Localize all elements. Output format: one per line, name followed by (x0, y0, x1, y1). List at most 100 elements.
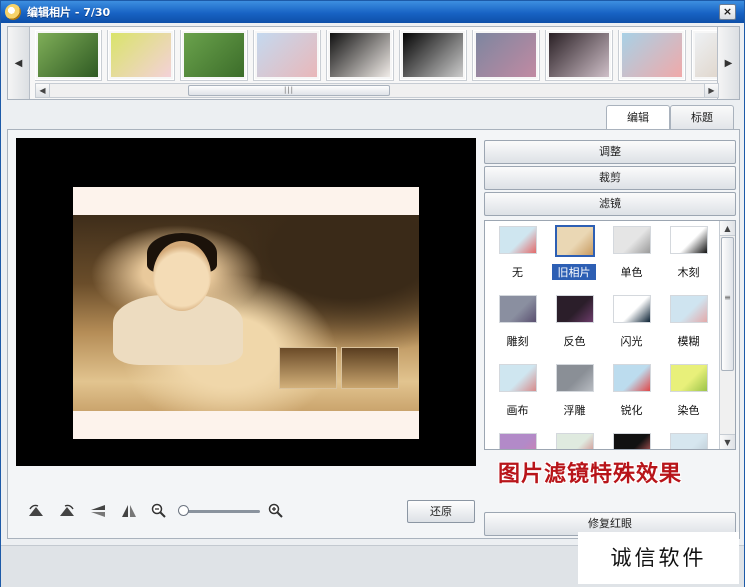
filter-item[interactable]: 单色 (603, 223, 660, 292)
preview-toolbar (26, 500, 286, 522)
filter-label: 染色 (677, 404, 700, 417)
thumbnail-image (330, 33, 390, 77)
photo-thumbnail[interactable] (472, 30, 540, 81)
close-button[interactable]: × (719, 4, 736, 20)
thumbnail-image (257, 33, 317, 77)
photo-thumbnail[interactable] (326, 30, 394, 81)
flip-vertical-icon[interactable] (88, 501, 109, 521)
photo-thumbnail[interactable] (691, 30, 719, 81)
filter-section-button[interactable]: 滤镜 (484, 192, 736, 216)
filter-item[interactable]: 雕刻 (489, 292, 546, 361)
filter-item[interactable] (546, 430, 603, 449)
filter-preview-image (670, 226, 708, 254)
edit-panel: 还原 调整 裁剪 滤镜 无 旧相片 单色 木刻雕刻 反色 闪光 模糊画布 浮雕 锐化 染色 ▲ ≡… (7, 129, 740, 539)
filter-item[interactable]: 闪光 (603, 292, 660, 361)
filmstrip-prev-button[interactable]: ◀ (8, 27, 30, 99)
tab-title[interactable]: 标题 (670, 105, 734, 129)
triangle-right-icon: ▶ (724, 57, 733, 69)
filter-label: 无 (512, 266, 523, 279)
app-icon (5, 4, 21, 20)
filter-label: 旧相片 (552, 264, 596, 280)
filter-preview-image (670, 295, 708, 323)
filter-label: 模糊 (677, 335, 700, 348)
thumbnail-list (35, 30, 719, 82)
restore-button[interactable]: 还原 (407, 500, 475, 523)
photo-thumbnail[interactable] (35, 30, 102, 81)
photo-thumbnail[interactable] (107, 30, 175, 81)
filter-item[interactable]: 浮雕 (546, 361, 603, 430)
panel-tabs: 编辑 标题 (606, 105, 734, 129)
filmstrip-scrollbar[interactable]: ◀ ||| ▶ (35, 83, 719, 98)
filter-preview-image (499, 226, 537, 254)
photo-inset-2 (341, 347, 399, 389)
filter-preview-image (556, 433, 594, 449)
filter-preview-image (613, 364, 651, 392)
title-bar[interactable]: 编辑相片 - 7/30 × (1, 1, 744, 23)
scroll-up-button[interactable]: ▲ (720, 221, 735, 236)
filter-preview-image (499, 364, 537, 392)
crop-section-button[interactable]: 裁剪 (484, 166, 736, 190)
filter-item[interactable] (489, 430, 546, 449)
thumbnail-image (622, 33, 682, 77)
filter-label: 雕刻 (506, 335, 529, 348)
thumbnail-image (695, 33, 719, 77)
zoom-out-icon[interactable] (149, 501, 170, 521)
zoom-slider-track (179, 510, 260, 513)
scroll-right-button[interactable]: ▶ (704, 84, 718, 97)
photo-thumbnail[interactable] (618, 30, 686, 81)
photo-filmstrip: ◀ ▶ ◀ ||| ▶ (7, 26, 740, 100)
filter-label: 锐化 (620, 404, 643, 417)
window-title: 编辑相片 - 7/30 (27, 6, 111, 19)
photo-thumbnail[interactable] (545, 30, 613, 81)
scrollbar-thumb[interactable]: ||| (188, 85, 390, 96)
scroll-down-button[interactable]: ▼ (720, 434, 735, 449)
filter-list-panel: 无 旧相片 单色 木刻雕刻 反色 闪光 模糊画布 浮雕 锐化 染色 ▲ ≡ ▼ (484, 220, 736, 450)
filter-preview-image (670, 364, 708, 392)
zoom-in-icon[interactable] (265, 501, 286, 521)
photo-preview[interactable] (16, 138, 476, 466)
photo-thumbnail[interactable] (399, 30, 467, 81)
rotate-left-icon[interactable] (26, 501, 47, 521)
filter-scrollbar-thumb[interactable]: ≡ (721, 237, 734, 371)
filter-item[interactable]: 模糊 (660, 292, 717, 361)
photo-thumbnail[interactable] (253, 30, 321, 81)
filter-label: 单色 (620, 266, 643, 279)
filter-item[interactable]: 锐化 (603, 361, 660, 430)
zoom-slider[interactable] (177, 501, 260, 521)
tab-edit[interactable]: 编辑 (606, 105, 670, 129)
photo-thumbnail[interactable] (180, 30, 248, 81)
thumbnail-image (184, 33, 244, 77)
sepia-photo (73, 215, 419, 411)
filter-preview-image (613, 226, 651, 254)
rotate-right-icon[interactable] (57, 501, 78, 521)
filter-item[interactable]: 旧相片 (546, 223, 603, 292)
thumbnail-image (111, 33, 171, 77)
scroll-left-button[interactable]: ◀ (36, 84, 50, 97)
filter-preview-image (613, 433, 651, 449)
tool-accordion: 调整 裁剪 滤镜 (484, 140, 736, 218)
filter-item[interactable]: 木刻 (660, 223, 717, 292)
filter-preview-image (499, 295, 537, 323)
filter-label: 反色 (563, 335, 586, 348)
watermark-text: 诚信软件 (578, 532, 739, 584)
filmstrip-next-button[interactable]: ▶ (717, 27, 739, 99)
filter-item[interactable] (603, 430, 660, 449)
filter-label: 浮雕 (563, 404, 586, 417)
zoom-slider-knob[interactable] (177, 505, 189, 516)
filter-label: 画布 (506, 404, 529, 417)
filter-item[interactable]: 无 (489, 223, 546, 292)
flip-horizontal-icon[interactable] (118, 501, 139, 521)
thumbnail-image (476, 33, 536, 77)
filter-item[interactable]: 反色 (546, 292, 603, 361)
filter-item[interactable] (660, 430, 717, 449)
adjust-section-button[interactable]: 调整 (484, 140, 736, 164)
filter-label: 闪光 (620, 335, 643, 348)
filter-preview-image (556, 295, 594, 323)
filter-preview-image (555, 225, 595, 257)
thumbnail-image (38, 33, 98, 77)
photo-inset-1 (279, 347, 337, 389)
filter-item[interactable]: 画布 (489, 361, 546, 430)
filter-item[interactable]: 染色 (660, 361, 717, 430)
filter-scrollbar[interactable]: ▲ ≡ ▼ (719, 221, 735, 449)
filter-label: 木刻 (677, 266, 700, 279)
